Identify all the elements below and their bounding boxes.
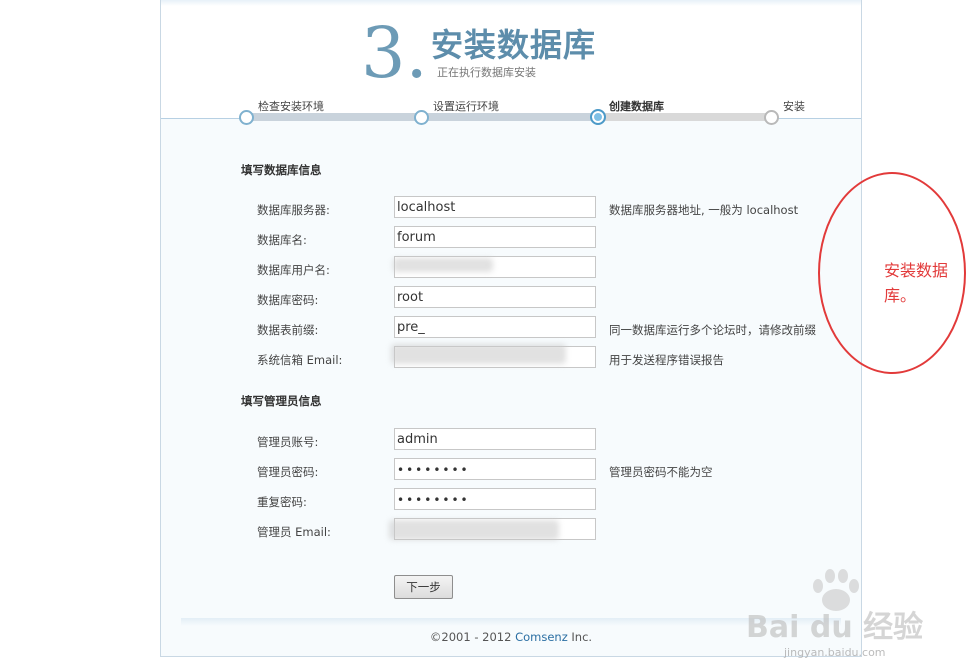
redaction-blur	[389, 520, 559, 540]
watermark-logo: Bai du 经验	[746, 610, 924, 645]
footer-band	[181, 618, 841, 626]
step-dot-4	[764, 110, 779, 125]
db-password-label: 数据库密码:	[257, 293, 319, 307]
annotation-text: 安装数据库。	[884, 261, 949, 305]
admin-password-label: 管理员密码:	[257, 465, 319, 479]
step-label-1: 检查安装环境	[258, 100, 324, 113]
step-label-3: 创建数据库	[609, 100, 664, 113]
redaction-blur	[391, 344, 566, 364]
table-prefix-hint: 同一数据库运行多个论坛时，请修改前缀	[609, 323, 816, 337]
db-name-label: 数据库名:	[257, 233, 307, 247]
admin-section-title: 填写管理员信息	[241, 394, 322, 408]
step-dot-3-current	[590, 109, 606, 125]
repeat-password-input[interactable]: ••••••••	[394, 488, 596, 510]
system-email-label: 系统信箱 Email:	[257, 353, 343, 367]
page-subtitle: 正在执行数据库安装	[437, 66, 536, 79]
admin-password-input[interactable]: ••••••••	[394, 458, 596, 480]
admin-password-hint: 管理员密码不能为空	[609, 465, 713, 479]
step-dot-2	[414, 110, 429, 125]
page-title: 安装数据库	[431, 26, 597, 64]
admin-account-label: 管理员账号:	[257, 435, 319, 449]
admin-email-label: 管理员 Email:	[257, 525, 331, 539]
system-email-hint: 用于发送程序错误报告	[609, 353, 724, 367]
header-top-band	[161, 0, 861, 6]
redaction-blur	[393, 258, 493, 272]
baidu-jingyan-watermark: Bai du 经验 jingyan.baidu.com	[746, 566, 966, 666]
db-server-input[interactable]: localhost	[394, 196, 596, 218]
db-password-input[interactable]: root	[394, 286, 596, 308]
step-label-4: 安装	[783, 100, 805, 113]
table-prefix-label: 数据表前缀:	[257, 323, 319, 337]
watermark-url: jingyan.baidu.com	[784, 646, 886, 659]
next-step-button[interactable]: 下一步	[394, 575, 453, 599]
admin-account-input[interactable]: admin	[394, 428, 596, 450]
db-name-input[interactable]: forum	[394, 226, 596, 248]
repeat-password-label: 重复密码:	[257, 495, 307, 509]
copyright-text: ©2001 - 2012	[429, 630, 516, 644]
step-dot-1	[239, 110, 254, 125]
db-server-label: 数据库服务器:	[257, 203, 330, 217]
step-label-2: 设置运行环境	[433, 100, 499, 113]
copyright-suffix: Inc.	[567, 630, 593, 644]
installer-panel: 3. 安装数据库 正在执行数据库安装 检查安装环境 设置运行环境 创建数据库 安…	[160, 0, 862, 657]
table-prefix-input[interactable]: pre_	[394, 316, 596, 338]
step-number: 3.	[361, 12, 428, 94]
db-server-hint: 数据库服务器地址, 一般为 localhost	[609, 203, 799, 217]
comsenz-link[interactable]: Comsenz	[515, 630, 568, 644]
db-user-label: 数据库用户名:	[257, 263, 330, 277]
db-section-title: 填写数据库信息	[241, 163, 322, 177]
